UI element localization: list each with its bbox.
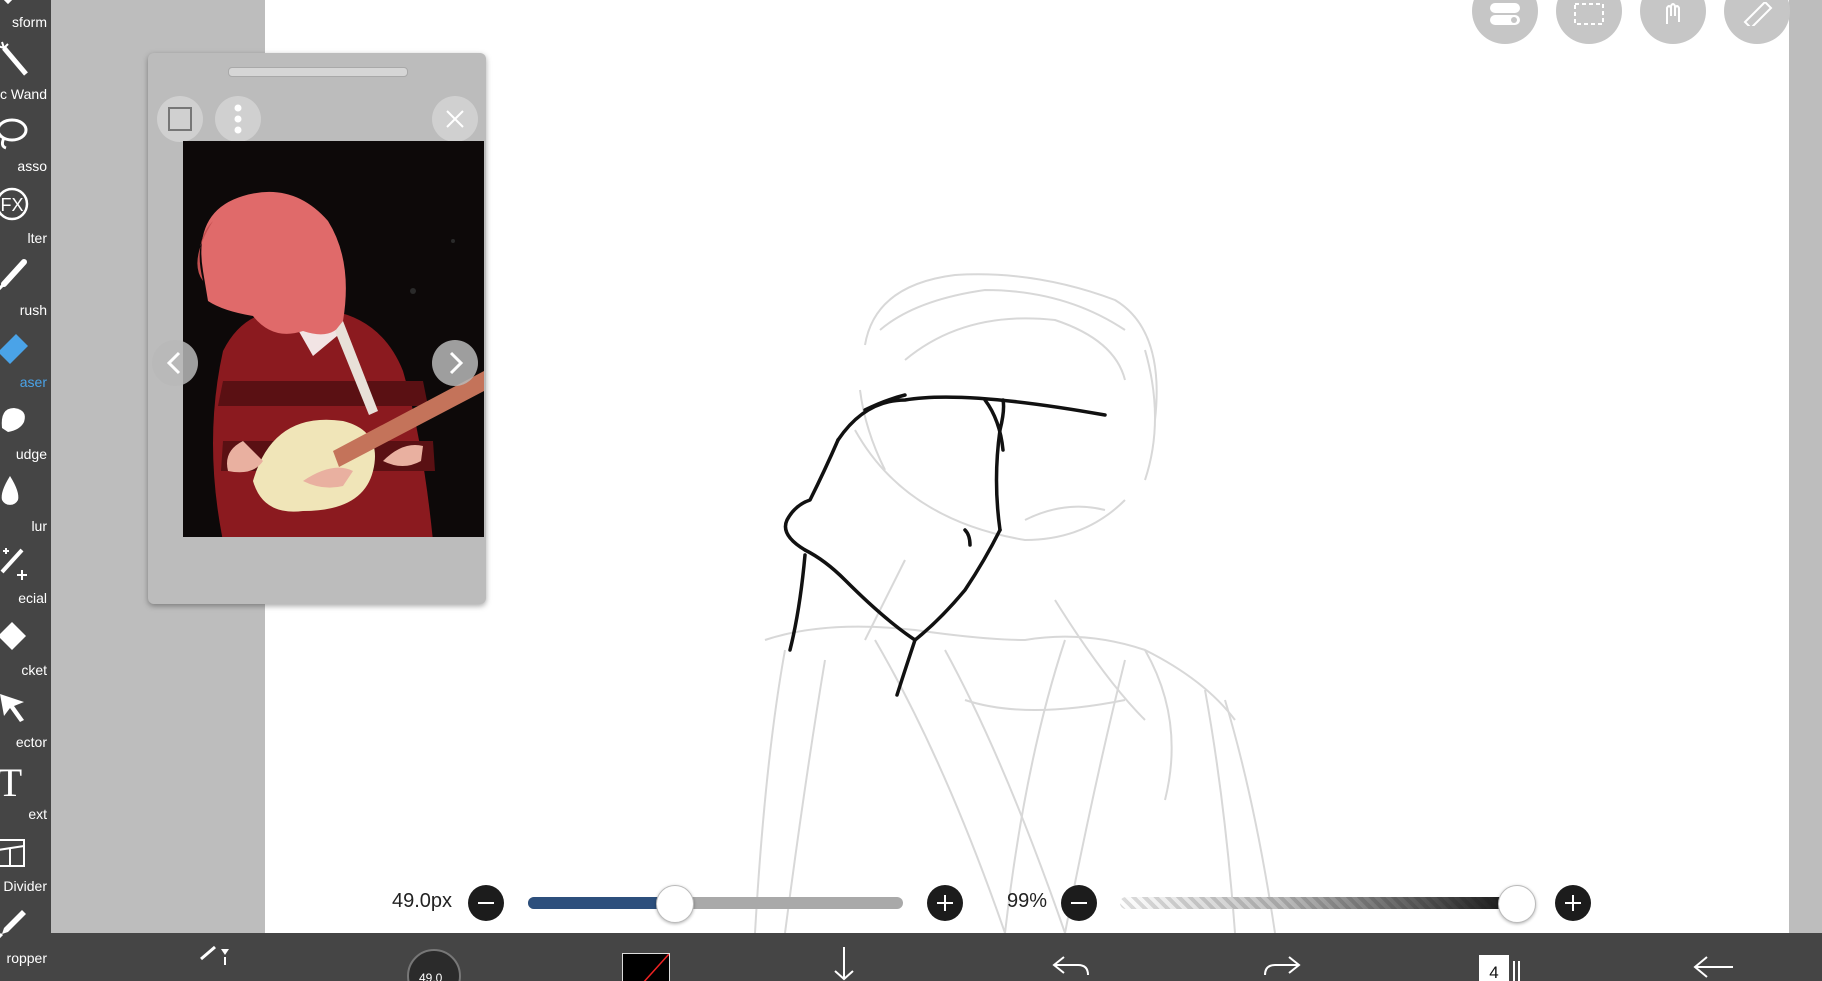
tool-label: ector bbox=[15, 734, 47, 750]
tool-label: cket bbox=[21, 662, 47, 678]
layers-button[interactable]: 4 bbox=[1479, 955, 1509, 981]
reference-photo bbox=[183, 141, 484, 537]
square-icon bbox=[168, 107, 192, 131]
reference-close-button[interactable] bbox=[432, 96, 478, 142]
opacity-decrease-button[interactable] bbox=[1061, 885, 1097, 921]
filter-icon: FX bbox=[0, 187, 29, 221]
tool-brush[interactable]: rush bbox=[0, 252, 51, 324]
tool-label: c Wand bbox=[0, 86, 47, 102]
reference-menu-button[interactable] bbox=[215, 96, 261, 142]
brush-settings-icon bbox=[200, 945, 229, 965]
tool-label: rush bbox=[19, 302, 47, 318]
tool-magic-wand[interactable]: c Wand bbox=[0, 36, 51, 108]
brush-sliders: 49.0px 99% bbox=[0, 880, 1822, 923]
transform-icon bbox=[3, 0, 13, 5]
tool-label: ext bbox=[28, 806, 47, 822]
chevron-left-icon bbox=[166, 351, 181, 375]
transparent-slash-icon bbox=[643, 953, 670, 981]
undo-icon bbox=[1052, 956, 1089, 976]
tool-text[interactable]: T ext bbox=[0, 756, 51, 828]
tool-label: aser bbox=[19, 374, 47, 390]
svg-text:FX: FX bbox=[0, 195, 23, 215]
chevron-right-icon bbox=[449, 351, 464, 375]
brush-size-slider[interactable] bbox=[528, 897, 903, 909]
brush-preview-button[interactable]: 49.0 bbox=[407, 949, 461, 981]
layer-down-button[interactable] bbox=[829, 943, 859, 981]
redo-button[interactable] bbox=[1263, 943, 1303, 981]
brush-size-decrease-button[interactable] bbox=[468, 885, 504, 921]
workspace-background-right bbox=[1789, 0, 1822, 933]
reference-prev-button[interactable] bbox=[152, 340, 198, 386]
tool-label: asso bbox=[17, 158, 47, 174]
svg-text:T: T bbox=[0, 760, 22, 800]
selection-icon bbox=[1574, 3, 1604, 25]
eraser-icon bbox=[0, 334, 28, 364]
opacity-increase-button[interactable] bbox=[1555, 885, 1591, 921]
reference-drag-handle[interactable] bbox=[228, 67, 408, 77]
tool-special[interactable]: ecial bbox=[0, 540, 51, 612]
ruler-icon bbox=[1743, 2, 1773, 26]
reference-next-button[interactable] bbox=[432, 340, 478, 386]
blur-icon bbox=[1, 476, 19, 505]
tool-eraser[interactable]: aser bbox=[0, 324, 51, 396]
reference-window[interactable] bbox=[148, 53, 486, 604]
tool-label: ropper bbox=[6, 950, 47, 966]
more-vertical-icon bbox=[234, 104, 242, 134]
redo-icon bbox=[1264, 956, 1301, 976]
tool-smudge[interactable]: udge bbox=[0, 396, 51, 468]
tool-label: ecial bbox=[18, 590, 47, 606]
undo-button[interactable] bbox=[1050, 943, 1090, 981]
color-swatch-button[interactable] bbox=[622, 953, 670, 981]
frame-divider-icon bbox=[0, 839, 25, 867]
brush-icon bbox=[0, 259, 27, 291]
brush-size-increase-button[interactable] bbox=[927, 885, 963, 921]
tool-bucket[interactable]: cket bbox=[0, 612, 51, 684]
smudge-icon bbox=[1, 408, 25, 432]
opacity-slider[interactable] bbox=[1120, 897, 1520, 909]
tool-label: lter bbox=[27, 230, 47, 246]
tool-filter[interactable]: FX lter bbox=[0, 180, 51, 252]
lasso-icon bbox=[0, 118, 28, 150]
layer-count: 4 bbox=[1489, 963, 1499, 981]
sketch-layer bbox=[754, 273, 1276, 933]
tool-lasso[interactable]: asso bbox=[0, 108, 51, 180]
reference-fit-button[interactable] bbox=[157, 96, 203, 142]
reference-photo-illustration bbox=[183, 141, 484, 537]
back-button[interactable] bbox=[1691, 943, 1737, 981]
brush-size-value: 49.0px bbox=[392, 890, 453, 912]
bottom-toolbar: 49.0 4 bbox=[51, 933, 1822, 981]
tool-vector[interactable]: ector bbox=[0, 684, 51, 756]
tool-transform[interactable]: sform bbox=[0, 0, 51, 36]
tool-label: lur bbox=[31, 518, 47, 534]
tool-label: sform bbox=[12, 14, 47, 30]
tool-label: udge bbox=[15, 446, 47, 462]
text-icon: T bbox=[0, 760, 22, 800]
quick-menu-button[interactable] bbox=[199, 943, 239, 978]
drawing-canvas[interactable] bbox=[265, 0, 1789, 933]
special-brush-icon bbox=[0, 548, 27, 580]
hand-icon bbox=[1666, 3, 1680, 24]
opacity-value: 99% bbox=[1007, 890, 1048, 912]
close-icon bbox=[446, 110, 464, 128]
brush-size-slider-knob[interactable] bbox=[656, 885, 695, 923]
tool-blur[interactable]: lur bbox=[0, 468, 51, 540]
bucket-icon bbox=[0, 622, 26, 650]
brush-preview-size: 49.0 bbox=[419, 971, 443, 981]
opacity-slider-knob[interactable] bbox=[1498, 885, 1536, 923]
tool-sidebar: sform c Wand asso FX lter rush aser udge… bbox=[0, 0, 51, 981]
arrow-left-icon bbox=[1693, 956, 1733, 978]
toggle-icon bbox=[1490, 3, 1520, 25]
layers-stack-icon bbox=[1512, 961, 1522, 981]
magic-wand-icon bbox=[0, 41, 28, 76]
vector-cursor-icon bbox=[0, 694, 24, 722]
arrow-down-icon bbox=[834, 947, 854, 981]
brush-size-slider-fill bbox=[528, 897, 675, 909]
